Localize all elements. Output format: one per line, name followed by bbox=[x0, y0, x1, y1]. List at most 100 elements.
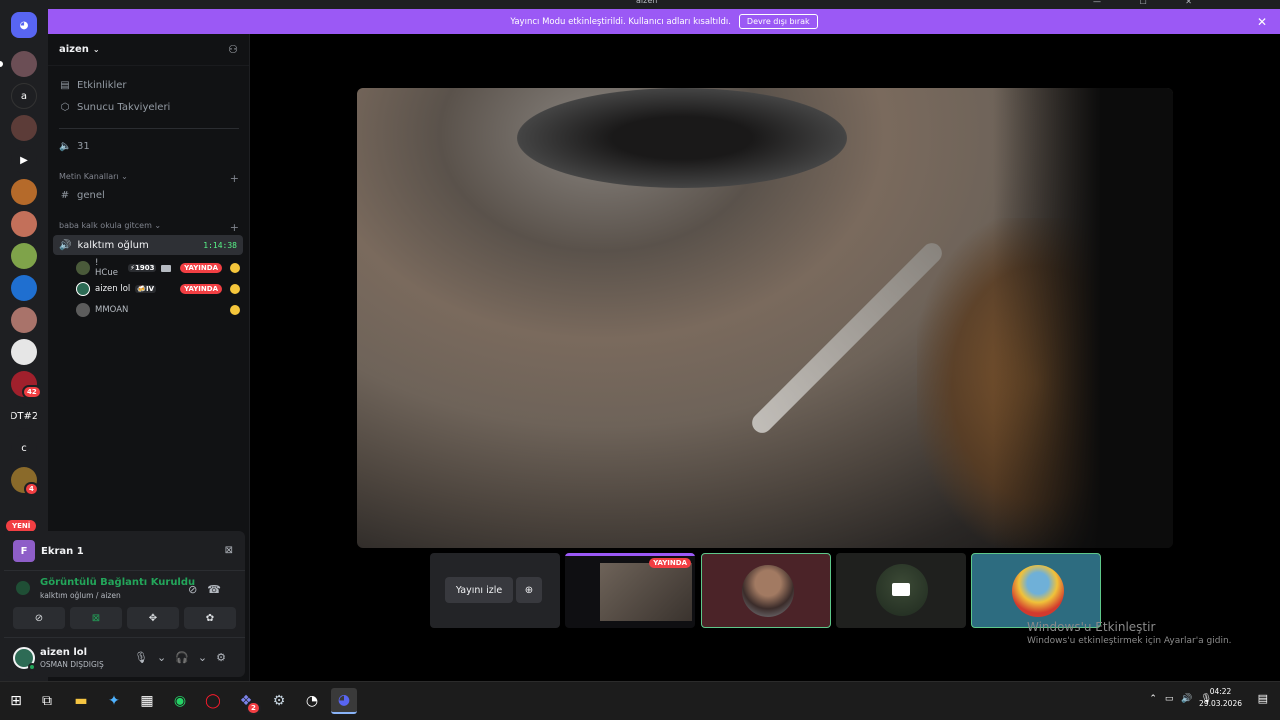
clock-time: 04:22 bbox=[1209, 687, 1232, 696]
category-label: Metin Kanalları bbox=[59, 172, 119, 181]
user-status: OSMAN DIŞDIGIŞ bbox=[40, 660, 104, 669]
voice-user[interactable]: aizen lol 🍻IV YAYINDA bbox=[76, 280, 240, 298]
add-channel-icon[interactable]: + bbox=[230, 172, 239, 185]
user-controls[interactable]: 🎙⌄🎧⌄⚙ bbox=[134, 651, 235, 664]
boosts-label: Sunucu Takviyeleri bbox=[77, 102, 171, 113]
voice-actions[interactable]: ⊘☎ bbox=[188, 583, 231, 596]
connection-channel: kalktım oğlum / aizen bbox=[40, 591, 121, 600]
copilot-icon[interactable]: ✦ bbox=[101, 688, 127, 714]
avatar bbox=[76, 261, 90, 275]
participant-tile[interactable] bbox=[701, 553, 831, 628]
close-icon[interactable]: ✕ bbox=[1257, 15, 1267, 29]
voice-user[interactable]: MMOAN bbox=[76, 301, 240, 319]
connection-status[interactable]: Görüntülü Bağlantı Kuruldu bbox=[40, 577, 195, 588]
activities-button[interactable]: ✥ bbox=[127, 607, 179, 629]
user-name: ! HCue bbox=[95, 258, 118, 278]
user-panel: aizen lol OSMAN DIŞDIGIŞ 🎙⌄🎧⌄⚙ bbox=[4, 639, 245, 677]
channel-label: genel bbox=[77, 190, 105, 201]
avatar bbox=[76, 282, 90, 296]
discord-home-icon[interactable]: ◕ bbox=[11, 12, 37, 38]
live-badge: YAYINDA bbox=[180, 263, 222, 273]
user-name[interactable]: aizen lol bbox=[40, 647, 87, 658]
stop-stream-icon[interactable]: ⊠ bbox=[225, 545, 233, 556]
discord-icon[interactable]: ◕ bbox=[331, 688, 357, 714]
opera-icon[interactable]: ◯ bbox=[200, 688, 226, 714]
task-view-icon[interactable]: ⧉ bbox=[34, 688, 60, 714]
participant-tile[interactable] bbox=[971, 553, 1101, 628]
notification-icon[interactable]: ▤ bbox=[1258, 692, 1268, 705]
speaker-icon: 🔈 bbox=[59, 141, 72, 152]
chevron-down-icon: ⌄ bbox=[92, 45, 100, 54]
popout-icon[interactable]: ⊕ bbox=[516, 577, 542, 603]
boosts-link[interactable]: ⬡ Sunucu Takviyeleri bbox=[59, 102, 171, 113]
user-name: aizen lol bbox=[95, 284, 131, 294]
voice-panel: F Ekran 1 ⊠ Görüntülü Bağlantı Kuruldu k… bbox=[4, 531, 245, 677]
active-voice-channel[interactable]: 🔊 kalktım oğlum 1:14:38 bbox=[53, 235, 243, 255]
activation-title: Windows'u Etkinleştir bbox=[1027, 620, 1156, 634]
screen-share-button[interactable]: ⊠ bbox=[70, 607, 122, 629]
emoji-icon bbox=[230, 305, 240, 315]
window-controls[interactable]: — ☐ ✕ bbox=[1093, 0, 1210, 6]
events-link[interactable]: ▤ Etkinlikler bbox=[59, 80, 126, 91]
windows-activation-watermark: Windows'u Etkinleştir Windows'u etkinleş… bbox=[1027, 620, 1232, 646]
streamer-mode-banner: Yayıncı Modu etkinleştirildi. Kullanıcı … bbox=[48, 9, 1280, 34]
emoji-icon bbox=[230, 284, 240, 294]
channel-label: kalktım oğlum bbox=[77, 239, 149, 251]
clock[interactable]: 04:22 29.03.2026 bbox=[1199, 686, 1242, 710]
start-icon[interactable]: ⊞ bbox=[3, 688, 29, 714]
disable-streamer-mode-button[interactable]: Devre dışı bırak bbox=[738, 14, 818, 29]
voice-user[interactable]: ! HCue ⚡1903 YAYINDA bbox=[76, 258, 240, 278]
server-icon[interactable] bbox=[11, 115, 37, 141]
voice-channel-31[interactable]: 🔈 31 bbox=[59, 141, 90, 152]
stream-tile[interactable]: YAYINDA bbox=[565, 553, 695, 628]
add-channel-icon[interactable]: + bbox=[230, 221, 239, 234]
user-name: MMOAN bbox=[95, 305, 129, 315]
whatsapp-icon[interactable]: ◉ bbox=[167, 688, 193, 714]
text-channel-genel[interactable]: # genel bbox=[59, 190, 105, 201]
divider bbox=[4, 570, 245, 571]
screen-share-header: F Ekran 1 bbox=[13, 540, 84, 562]
video-content bbox=[993, 88, 1173, 548]
stream-preview-tile[interactable]: Yayını izle ⊕ bbox=[430, 553, 560, 628]
store-icon[interactable]: ▦ bbox=[134, 688, 160, 714]
server-icon[interactable] bbox=[11, 211, 37, 237]
camera-off-button[interactable]: ⊘ bbox=[13, 607, 65, 629]
add-user-icon[interactable]: ⚇ bbox=[228, 43, 238, 56]
server-icon-dt2[interactable]: DT#2 bbox=[11, 403, 37, 429]
server-icon[interactable] bbox=[11, 339, 37, 365]
category-text-channels[interactable]: Metin Kanalları ⌄ + bbox=[59, 172, 239, 185]
windows-taskbar: ⊞ ⧉ ▬ ✦ ▦ ◉ ◯ ❖ 2 ⚙ ◔ ◕ ⌃▭🔊🎙 04:22 29.03… bbox=[0, 681, 1280, 720]
live-badge: YAYINDA bbox=[180, 284, 222, 294]
app-icon[interactable]: ◔ bbox=[299, 688, 325, 714]
file-explorer-icon[interactable]: ▬ bbox=[68, 688, 94, 714]
camera-icon bbox=[161, 264, 172, 272]
banner-text: Yayıncı Modu etkinleştirildi. Kullanıcı … bbox=[510, 16, 731, 27]
signal-icon bbox=[16, 581, 30, 595]
screen-app-icon: F bbox=[13, 540, 35, 562]
server-icon[interactable] bbox=[11, 51, 37, 77]
calendar-icon: ▤ bbox=[60, 80, 70, 91]
live-badge: YAYINDA bbox=[649, 558, 691, 568]
soundboard-button[interactable]: ✿ bbox=[184, 607, 236, 629]
boost-icon: ⬡ bbox=[60, 102, 70, 113]
mention-badge: 4 bbox=[24, 482, 39, 496]
server-header[interactable]: aizen ⌄ ⚇ bbox=[48, 34, 249, 66]
watch-stream-button[interactable]: Yayını izle bbox=[445, 577, 513, 603]
server-icon[interactable]: ▶ bbox=[11, 147, 37, 173]
avatar bbox=[742, 565, 794, 617]
participant-tile[interactable] bbox=[836, 553, 966, 628]
server-icon-a[interactable]: a bbox=[11, 83, 37, 109]
steam-icon[interactable]: ⚙ bbox=[266, 688, 292, 714]
server-icon[interactable] bbox=[11, 307, 37, 333]
online-status-icon bbox=[28, 663, 36, 671]
avatar bbox=[76, 303, 90, 317]
server-icon[interactable] bbox=[11, 243, 37, 269]
category-voice[interactable]: baba kalk okula gitcem ⌄ + bbox=[59, 221, 239, 234]
stream-video[interactable] bbox=[357, 88, 1173, 548]
voice-timer: 1:14:38 bbox=[203, 240, 237, 250]
window-title: aizen bbox=[636, 0, 658, 5]
speaker-icon: 🔊 bbox=[59, 239, 72, 251]
server-icon-c[interactable]: c bbox=[11, 435, 37, 461]
server-icon[interactable] bbox=[11, 179, 37, 205]
server-icon[interactable] bbox=[11, 275, 37, 301]
